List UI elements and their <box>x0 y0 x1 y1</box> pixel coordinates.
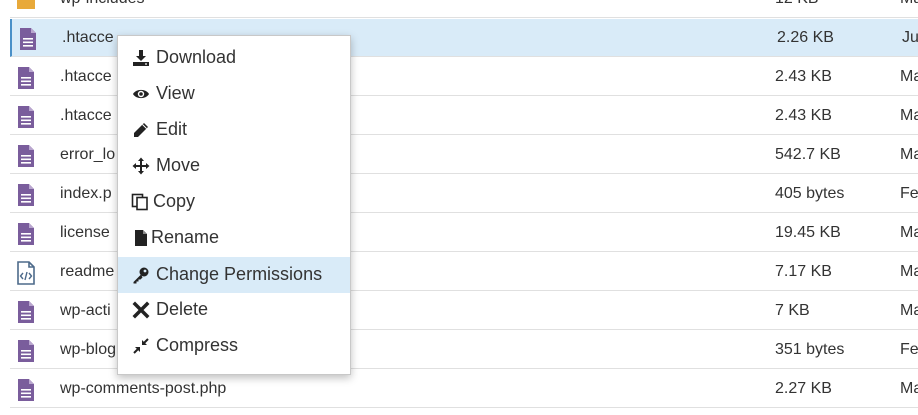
table-row[interactable]: wp-includes 12 KB Ma <box>10 0 918 18</box>
file-name: .htacce <box>60 68 112 85</box>
file-icon <box>18 145 34 167</box>
x-icon <box>132 301 150 319</box>
file-date: Ma <box>900 68 918 85</box>
menu-item-move[interactable]: Move <box>118 149 350 183</box>
menu-item-copy[interactable]: Copy <box>118 185 350 219</box>
menu-item-download[interactable]: Download <box>118 41 350 75</box>
file-date: Ma <box>900 0 918 8</box>
table-row[interactable]: wp-comments-post.php 2.27 KB Ma <box>10 370 918 408</box>
file-size: 2.27 KB <box>775 380 832 397</box>
menu-item-delete[interactable]: Delete <box>118 293 350 327</box>
list-gutter <box>0 0 10 415</box>
move-icon <box>132 157 150 175</box>
file-date: Ma <box>900 380 918 397</box>
menu-item-view[interactable]: View <box>118 77 350 111</box>
file-date: Ma <box>900 224 918 241</box>
context-menu: Download View Edit Move Copy Rename Chan… <box>117 35 351 375</box>
menu-item-label: Copy <box>153 191 196 211</box>
copy-icon <box>131 193 148 211</box>
file-icon <box>18 184 34 206</box>
file-name: index.p <box>60 185 112 202</box>
eye-icon <box>133 89 149 99</box>
file-size: 12 KB <box>775 0 819 8</box>
file-size: 2.43 KB <box>775 68 832 85</box>
file-name: wp-blog <box>60 341 117 358</box>
folder-icon <box>17 0 35 9</box>
file-date: Ju <box>902 29 918 46</box>
file-icon <box>18 106 34 128</box>
file-date: Fe <box>900 341 918 358</box>
file-name: .htacce <box>62 29 114 46</box>
file-date: Ma <box>900 263 918 280</box>
menu-item-label: Rename <box>151 227 220 247</box>
file-size: 19.45 KB <box>775 224 841 241</box>
rename-file-icon <box>135 230 147 246</box>
compress-icon <box>133 338 149 354</box>
file-icon <box>18 340 34 362</box>
file-size: 7 KB <box>775 302 810 319</box>
menu-item-label: Delete <box>156 299 209 319</box>
file-size: 542.7 KB <box>775 146 841 163</box>
file-date: Ma <box>900 146 918 163</box>
menu-item-compress[interactable]: Compress <box>118 329 350 363</box>
file-date: Ma <box>900 107 918 124</box>
menu-item-label: View <box>156 83 195 103</box>
file-name: .htacce <box>60 107 112 124</box>
file-icon <box>18 223 34 245</box>
file-icon <box>18 301 34 323</box>
file-name: readme <box>60 263 115 280</box>
file-name: wp-includes <box>60 0 144 8</box>
file-size: 2.26 KB <box>777 29 834 46</box>
menu-item-rename[interactable]: Rename <box>118 221 350 255</box>
file-size: 7.17 KB <box>775 263 832 280</box>
file-size: 405 bytes <box>775 185 845 202</box>
menu-item-change-permissions[interactable]: Change Permissions <box>118 257 350 293</box>
file-icon <box>18 67 34 89</box>
file-date: Fe <box>900 185 918 202</box>
menu-item-label: Move <box>156 155 201 175</box>
download-icon <box>133 50 149 66</box>
pencil-icon <box>134 123 148 137</box>
file-size: 351 bytes <box>775 341 845 358</box>
file-name: license <box>60 224 110 241</box>
menu-item-label: Edit <box>156 119 188 139</box>
code-file-icon <box>17 261 35 285</box>
file-size: 2.43 KB <box>775 107 832 124</box>
file-name: wp-acti <box>60 302 111 319</box>
file-name: error_lo <box>60 146 116 163</box>
file-icon <box>20 28 36 50</box>
menu-item-edit[interactable]: Edit <box>118 113 350 147</box>
file-date: Ma <box>900 302 918 319</box>
file-icon <box>18 379 34 401</box>
menu-item-label: Download <box>156 47 237 67</box>
key-icon <box>133 267 149 284</box>
file-name: wp-comments-post.php <box>60 380 227 397</box>
menu-item-label: Compress <box>156 335 239 355</box>
menu-item-label: Change Permissions <box>156 264 323 284</box>
